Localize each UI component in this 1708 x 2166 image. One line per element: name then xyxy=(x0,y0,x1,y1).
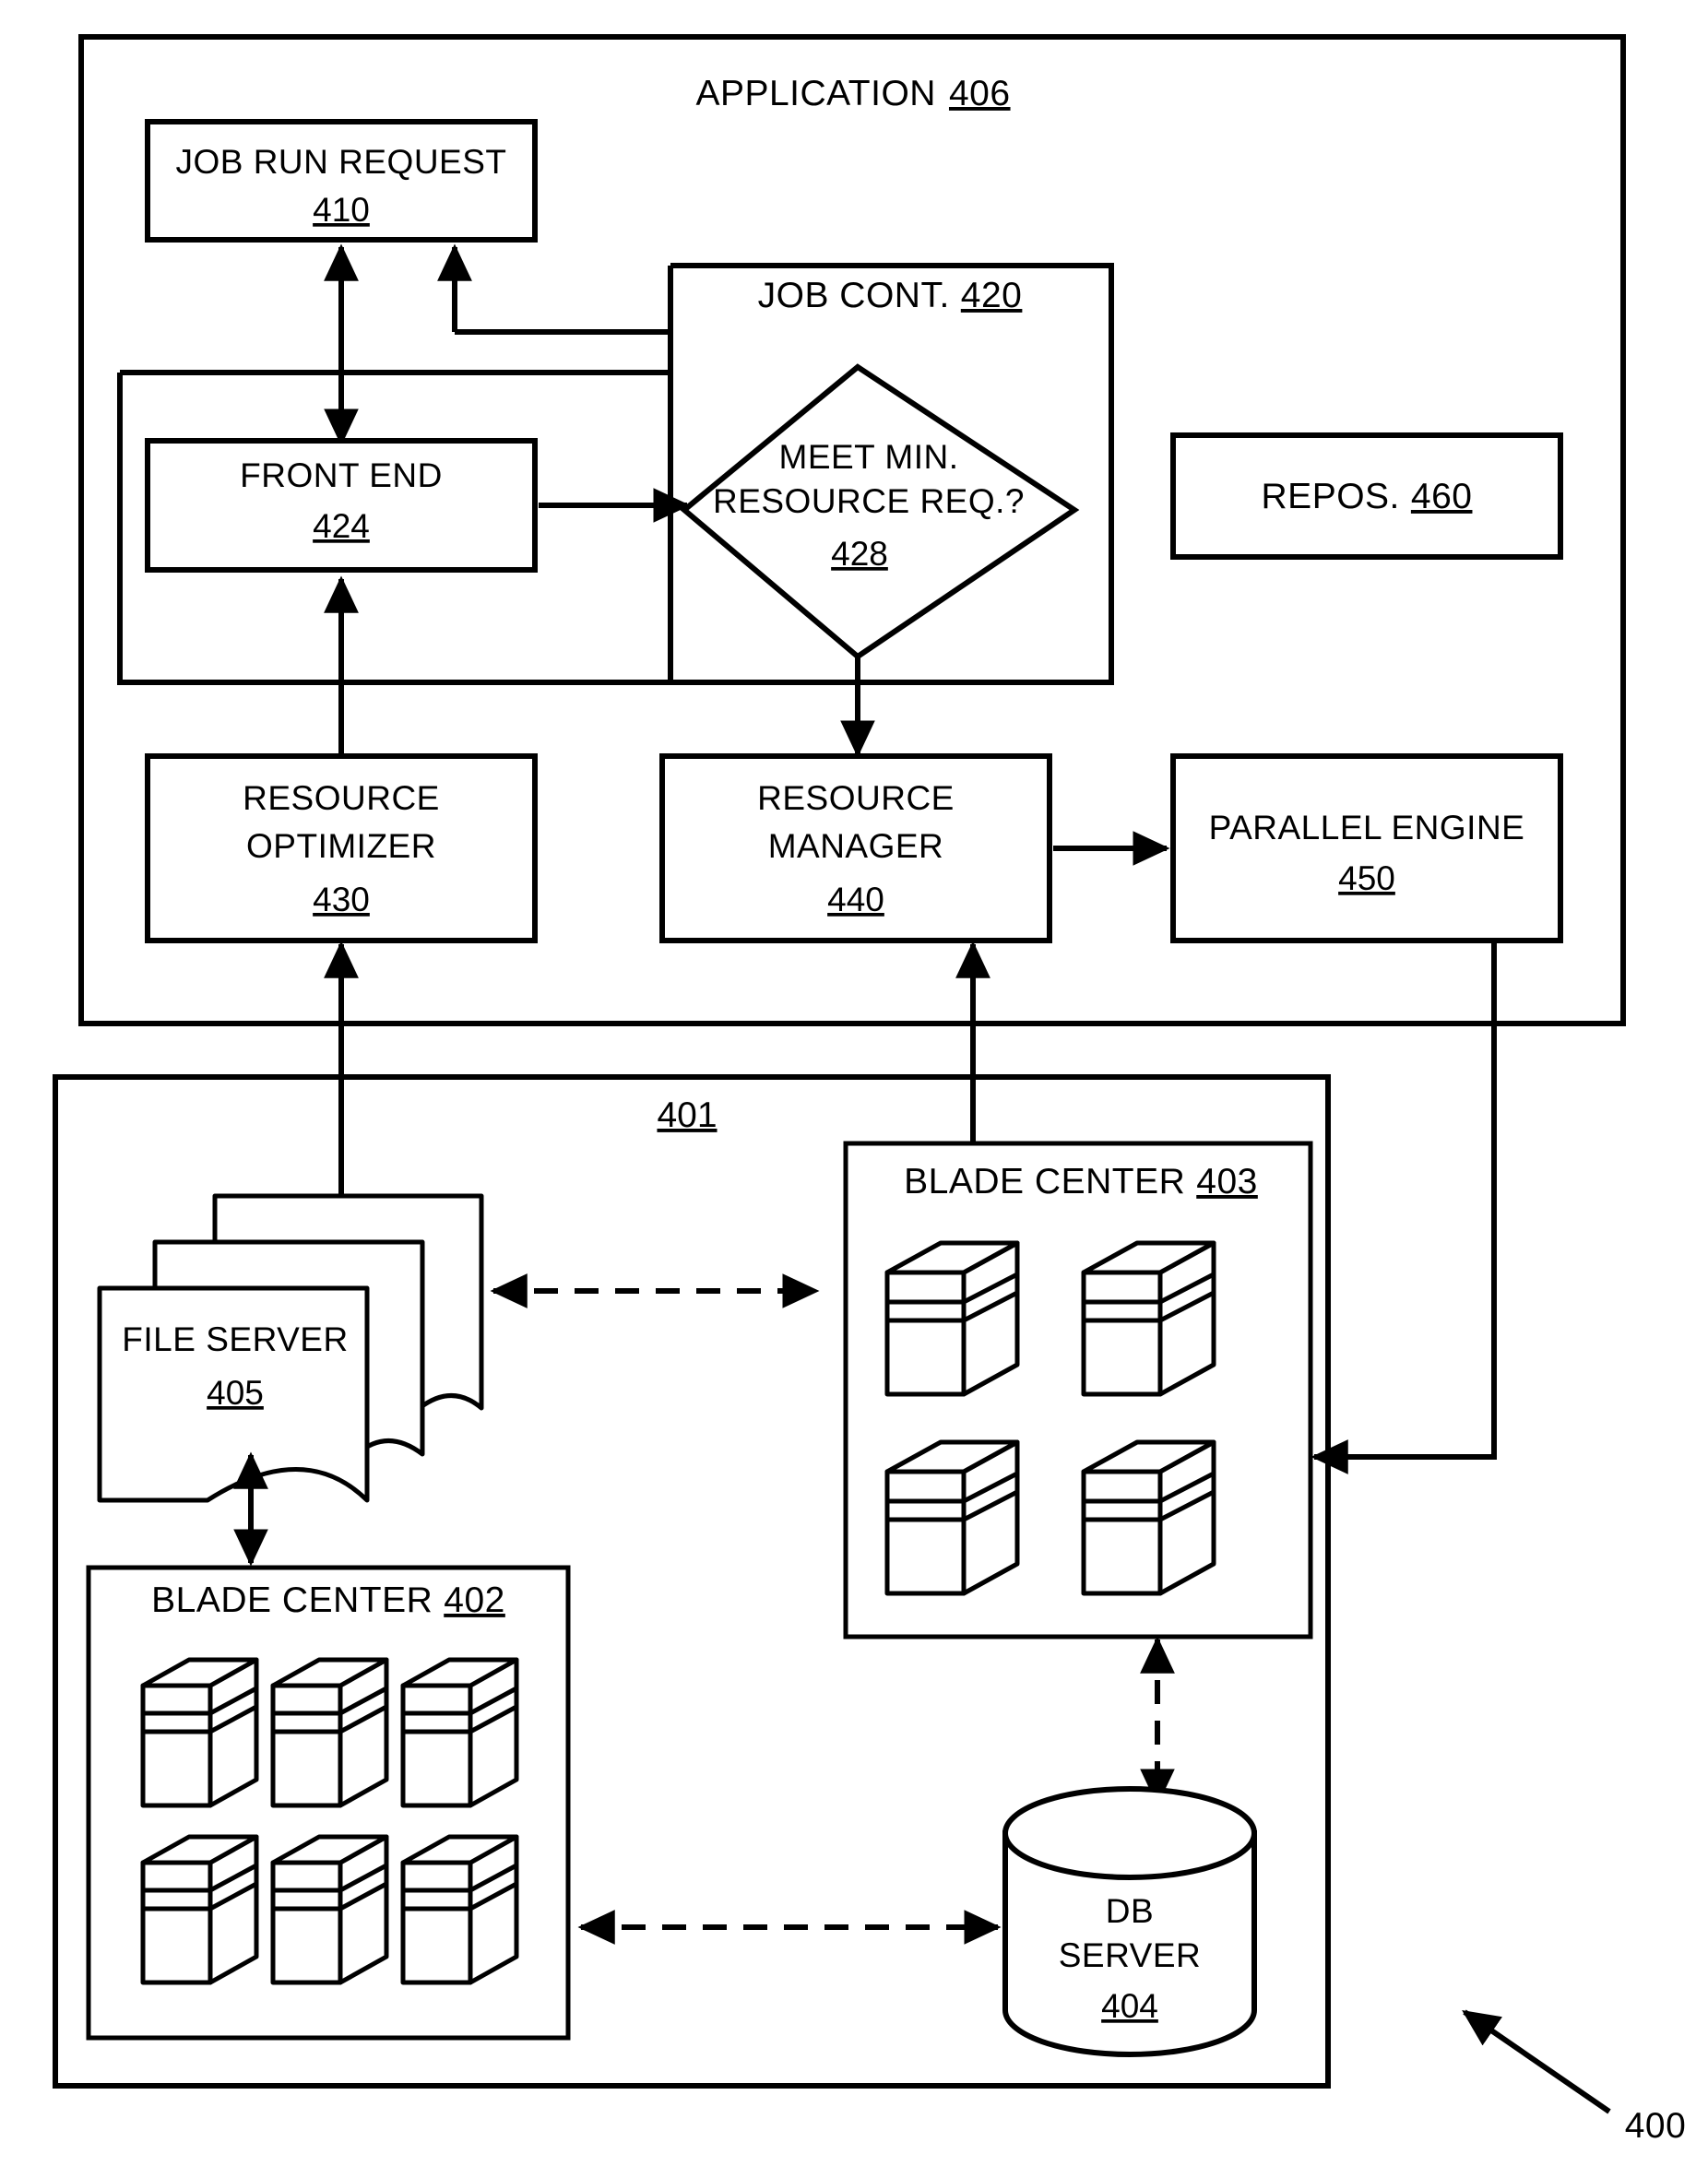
resource-manager-label-line1: RESOURCE xyxy=(757,779,955,817)
db-server-ref: 404 xyxy=(1101,1987,1158,2025)
decision-label-line2: RESOURCE REQ.? xyxy=(713,482,1025,520)
resource-optimizer-label-line1: RESOURCE xyxy=(243,779,440,817)
front-end-label: FRONT END xyxy=(240,456,443,494)
file-server-label: FILE SERVER xyxy=(122,1320,348,1358)
blade-center-402-label: BLADE CENTER 402 xyxy=(151,1580,505,1620)
front-end-ref: 424 xyxy=(313,507,370,545)
server-tower-icon xyxy=(884,1439,1020,1596)
blade-center-403-label: BLADE CENTER 403 xyxy=(904,1162,1258,1201)
job-run-request-label: JOB RUN REQUEST xyxy=(175,143,506,181)
server-tower-icon xyxy=(140,1657,259,1808)
server-tower-icon xyxy=(140,1834,259,1985)
figure-number: 400 xyxy=(1625,2106,1687,2146)
application-container-label: APPLICATION 406 xyxy=(695,74,1010,113)
server-tower-icon xyxy=(270,1834,389,1985)
server-tower-icon xyxy=(400,1657,519,1808)
resource-optimizer-ref: 430 xyxy=(313,881,370,918)
patent-figure-400: APPLICATION 406 JOB RUN REQUEST 410 JOB C… xyxy=(0,0,1708,2166)
parallel-engine-label: PARALLEL ENGINE xyxy=(1209,809,1525,846)
resource-manager-ref: 440 xyxy=(827,881,884,918)
resource-optimizer-label-line2: OPTIMIZER xyxy=(246,827,436,865)
job-run-request-ref: 410 xyxy=(313,191,370,229)
server-tower-icon xyxy=(1081,1240,1216,1397)
db-server-label-line1: DB xyxy=(1106,1892,1154,1930)
file-server-ref: 405 xyxy=(207,1374,264,1412)
parallel-engine-ref: 450 xyxy=(1338,859,1395,897)
decision-ref: 428 xyxy=(831,535,888,573)
job-cont-label: JOB CONT. 420 xyxy=(758,276,1023,315)
server-tower-icon xyxy=(270,1657,389,1808)
db-server-cylinder-top xyxy=(1002,1786,1257,1880)
network-container-ref: 401 xyxy=(657,1095,717,1135)
server-tower-icon xyxy=(400,1834,519,1985)
decision-label-line1: MEET MIN. xyxy=(779,438,959,476)
resource-manager-label-line2: MANAGER xyxy=(768,827,944,865)
server-tower-icon xyxy=(1081,1439,1216,1596)
parallel-engine-box xyxy=(1170,753,1563,943)
server-tower-icon xyxy=(884,1240,1020,1397)
db-server-label-line2: SERVER xyxy=(1059,1936,1202,1974)
figure-callout-arrow xyxy=(1462,2009,1611,2114)
repository-label: REPOS. 460 xyxy=(1262,477,1473,516)
diagram-canvas: APPLICATION 406 JOB RUN REQUEST 410 JOB C… xyxy=(53,34,1687,2146)
